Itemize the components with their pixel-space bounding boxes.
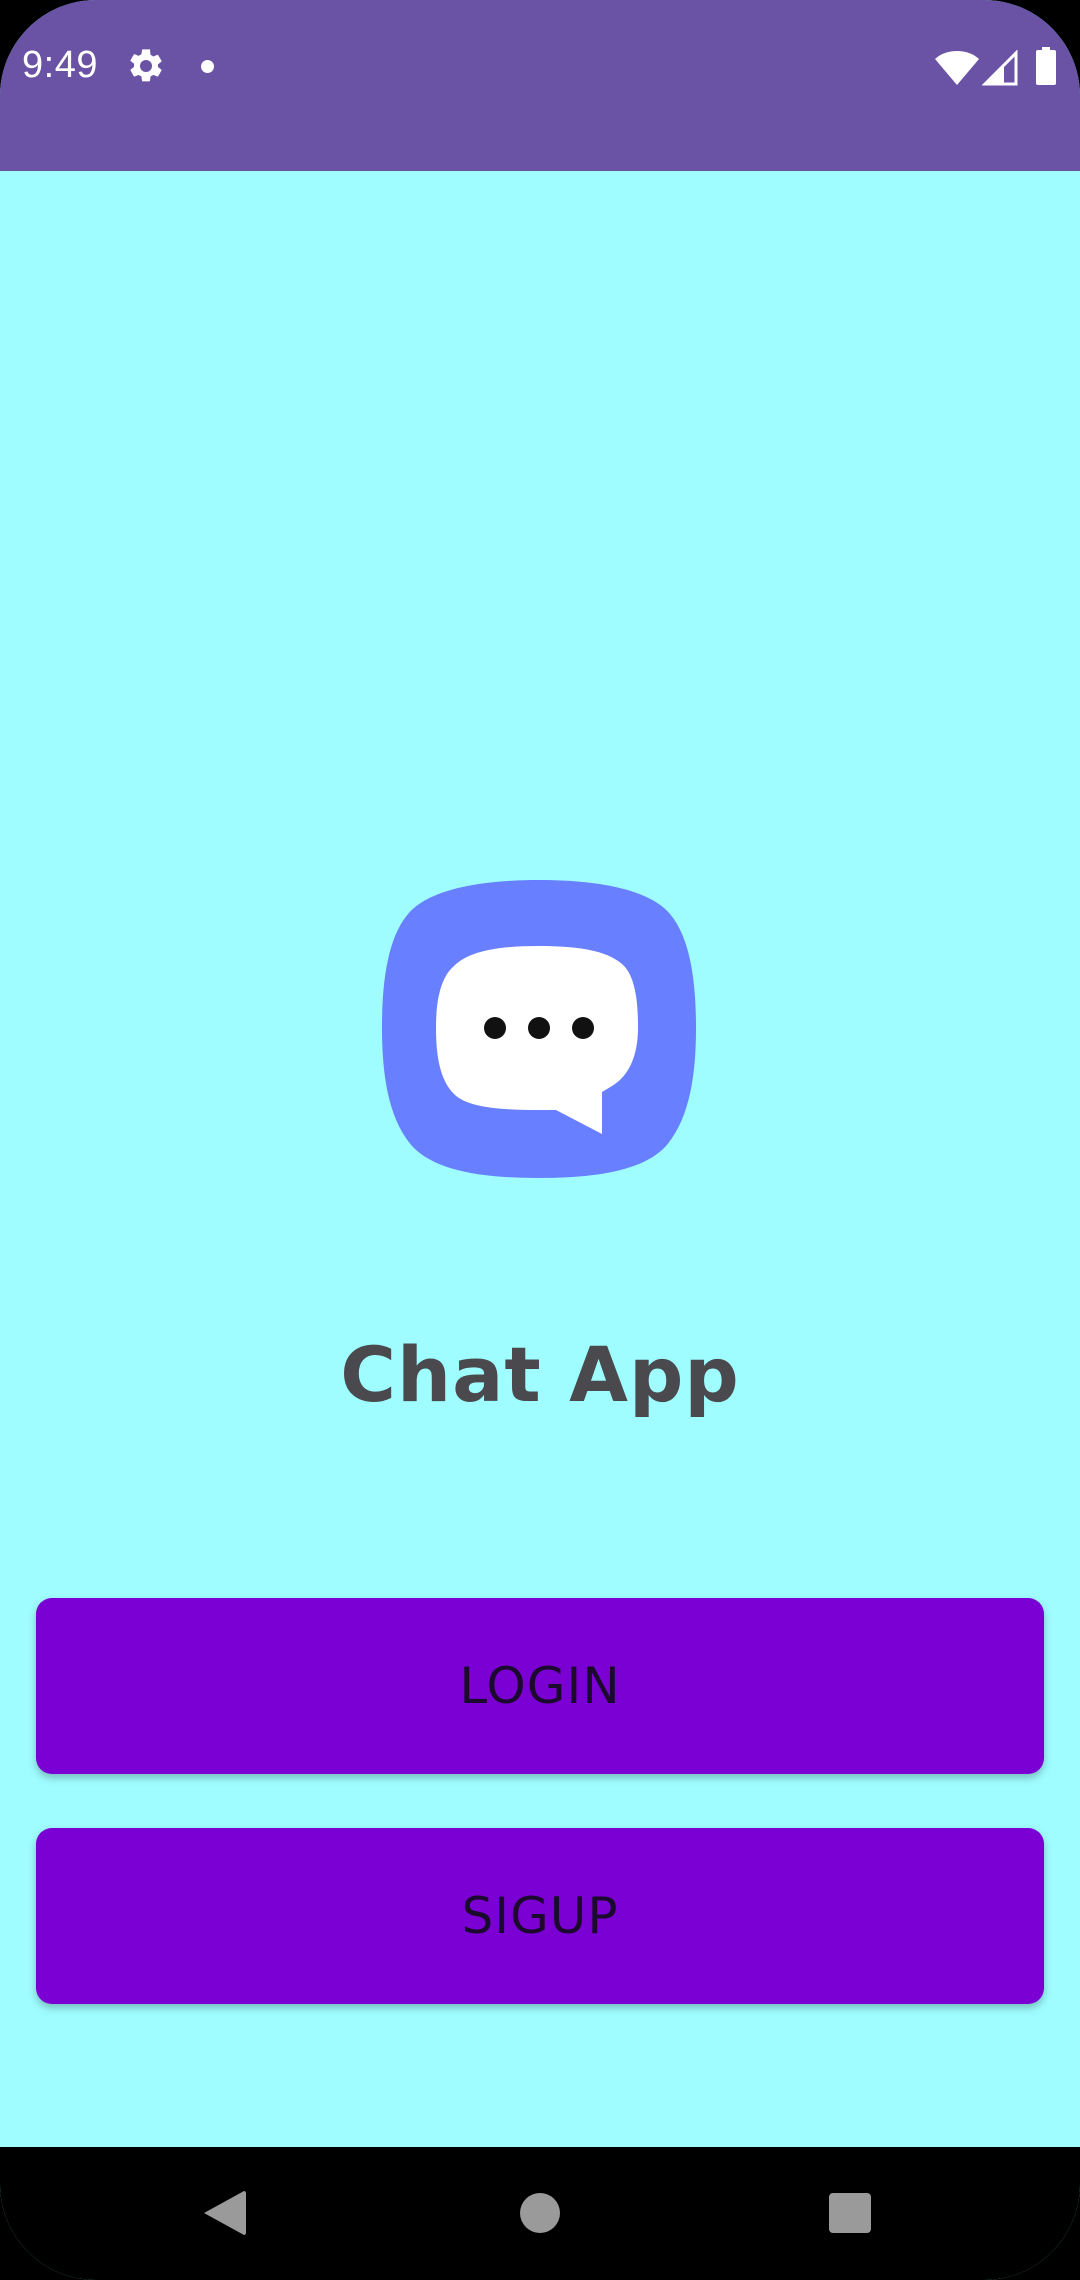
home-icon[interactable] [520, 2193, 560, 2233]
phone-screen: 9:49 Chat App LOGIN SIGUP [0, 0, 1080, 2280]
back-icon[interactable] [204, 2190, 246, 2236]
gear-icon [130, 49, 162, 82]
navigation-bar [0, 2147, 1080, 2280]
recents-icon[interactable] [829, 2193, 871, 2233]
status-time: 9:49 [22, 44, 98, 86]
status-bar: 9:49 [0, 0, 1080, 171]
wifi-icon [935, 51, 979, 85]
login-button[interactable]: LOGIN [36, 1598, 1044, 1774]
signup-button[interactable]: SIGUP [36, 1828, 1044, 2004]
notification-dot-icon [201, 60, 214, 73]
app-title: Chat App [340, 1330, 740, 1419]
chat-bubble-icon [382, 880, 696, 1178]
signal-icon [982, 50, 1018, 86]
battery-icon [1036, 47, 1056, 85]
